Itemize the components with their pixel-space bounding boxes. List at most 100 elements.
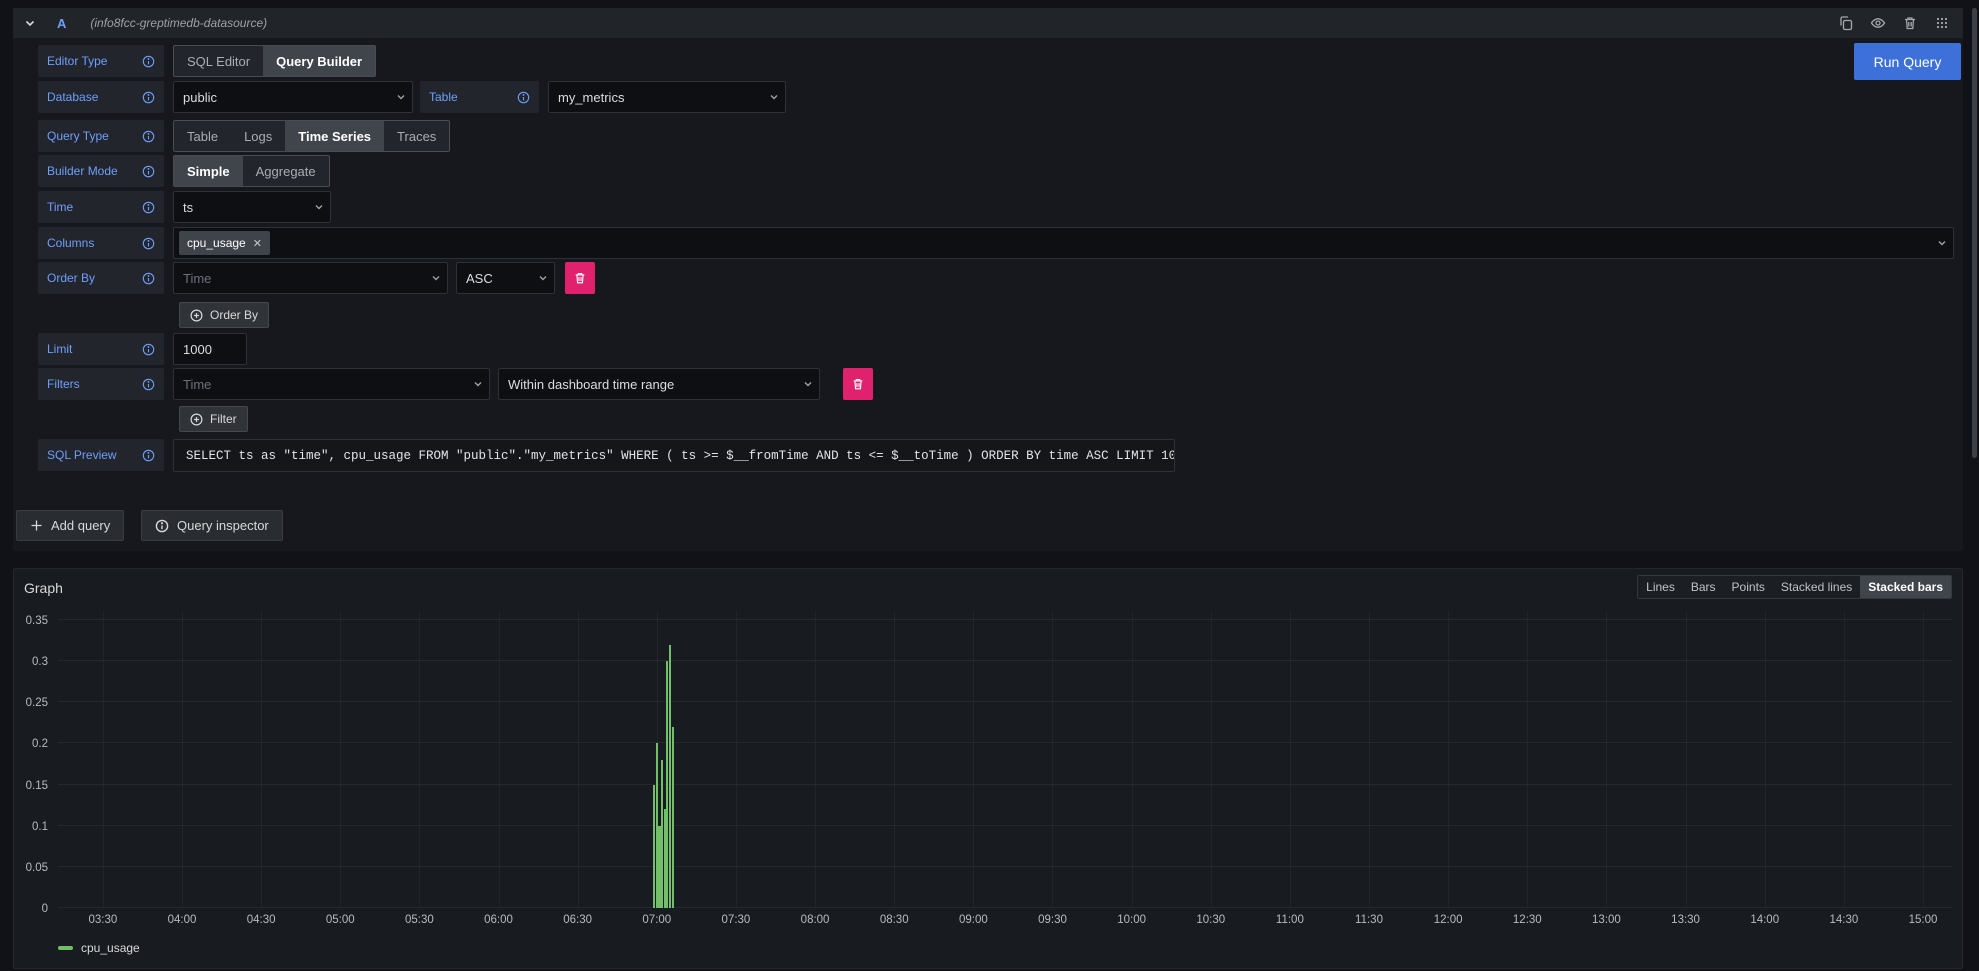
time-column-value: ts: [183, 200, 193, 215]
legend-label: cpu_usage: [81, 941, 140, 955]
gridline: [1606, 611, 1607, 908]
x-tick-label: 10:00: [1117, 914, 1146, 926]
limit-input[interactable]: [173, 333, 247, 365]
x-tick-label: 08:30: [880, 914, 909, 926]
y-tick-label: 0: [42, 903, 48, 915]
radio-option-aggregate[interactable]: Aggregate: [243, 156, 329, 186]
gridline: [182, 611, 183, 908]
trash-icon: [851, 377, 865, 391]
x-tick-label: 07:30: [722, 914, 751, 926]
x-tick-label: 11:00: [1276, 914, 1304, 926]
radio-option-traces[interactable]: Traces: [384, 121, 449, 151]
gridline: [1765, 611, 1766, 908]
database-value: public: [183, 90, 217, 105]
gridline: [815, 611, 816, 908]
columns-multiselect[interactable]: cpu_usage ✕: [173, 227, 1954, 259]
tag-cpu-usage[interactable]: cpu_usage ✕: [179, 231, 270, 255]
gridline: [103, 611, 104, 908]
radio-option-simple[interactable]: Simple: [174, 156, 243, 186]
add-order-by-button[interactable]: Order By: [179, 302, 269, 328]
gridline: [1686, 611, 1687, 908]
gridline: [1923, 611, 1924, 908]
duplicate-query-icon[interactable]: [1835, 12, 1857, 34]
radio-option-logs[interactable]: Logs: [231, 121, 285, 151]
x-tick-label: 14:30: [1829, 914, 1858, 926]
info-icon[interactable]: [142, 165, 155, 178]
x-tick-label: 05:30: [405, 914, 434, 926]
radio-option-query-builder[interactable]: Query Builder: [263, 46, 375, 76]
order-by-direction-select[interactable]: ASC: [456, 262, 555, 294]
remove-order-by-button[interactable]: [565, 262, 595, 294]
tag-label: cpu_usage: [187, 236, 246, 250]
scrollbar[interactable]: [1972, 8, 1977, 458]
gridline: [736, 611, 737, 908]
time-column-select[interactable]: ts: [173, 191, 331, 223]
remove-filter-button[interactable]: [843, 368, 873, 400]
chevron-down-icon: [767, 90, 781, 104]
y-tick-label: 0.3: [32, 656, 48, 668]
table-select[interactable]: my_metrics: [548, 81, 786, 113]
gridline: [340, 611, 341, 908]
plus-circle-icon: [190, 413, 203, 426]
x-axis: 03:3004:0004:3005:0005:3006:0006:3007:00…: [58, 914, 1952, 930]
draw-mode-points[interactable]: Points: [1724, 576, 1773, 598]
x-tick-label: 12:00: [1434, 914, 1463, 926]
plus-circle-icon: [190, 309, 203, 322]
chevron-down-icon: [429, 271, 443, 285]
drag-handle-icon[interactable]: [1931, 12, 1953, 34]
radio-option-table[interactable]: Table: [174, 121, 231, 151]
field-label-editor-type: Editor Type: [38, 45, 164, 77]
info-icon[interactable]: [142, 449, 155, 462]
chevron-down-icon: [471, 377, 485, 391]
builder-mode-toggle: SimpleAggregate: [173, 155, 330, 187]
query-row-header[interactable]: A (info8fcc-greptimedb-datasource): [13, 8, 1963, 38]
x-tick-label: 09:00: [959, 914, 988, 926]
info-icon[interactable]: [142, 130, 155, 143]
x-tick-label: 14:00: [1750, 914, 1779, 926]
y-tick-label: 0.15: [26, 780, 48, 792]
info-icon[interactable]: [142, 201, 155, 214]
add-filter-button[interactable]: Filter: [179, 406, 248, 432]
draw-mode-lines[interactable]: Lines: [1638, 576, 1683, 598]
info-icon[interactable]: [142, 237, 155, 250]
run-query-button[interactable]: Run Query: [1854, 43, 1961, 80]
database-select[interactable]: public: [173, 81, 413, 113]
x-tick-label: 04:30: [247, 914, 276, 926]
order-by-field-select[interactable]: Time: [173, 262, 448, 294]
gridline: [58, 825, 1952, 826]
gridline: [973, 611, 974, 908]
draw-mode-stacked-lines[interactable]: Stacked lines: [1773, 576, 1860, 598]
field-label-filters: Filters: [38, 368, 164, 400]
info-icon[interactable]: [142, 91, 155, 104]
collapse-chevron-icon[interactable]: [23, 16, 37, 30]
chevron-down-icon: [1935, 236, 1949, 250]
gridline: [58, 866, 1952, 867]
bar-cpu_usage-07:06: [672, 727, 674, 908]
add-query-button[interactable]: Add query: [16, 510, 124, 541]
radio-option-sql-editor[interactable]: SQL Editor: [174, 46, 263, 76]
info-icon[interactable]: [142, 378, 155, 391]
remove-query-trash-icon[interactable]: [1899, 12, 1921, 34]
draw-mode-bars[interactable]: Bars: [1683, 576, 1724, 598]
legend-item-cpu-usage[interactable]: cpu_usage: [58, 941, 140, 955]
info-icon[interactable]: [142, 272, 155, 285]
remove-tag-icon[interactable]: ✕: [253, 237, 262, 250]
x-tick-label: 07:00: [642, 914, 671, 926]
info-icon[interactable]: [142, 343, 155, 356]
radio-option-time-series[interactable]: Time Series: [285, 121, 384, 151]
x-tick-label: 10:30: [1196, 914, 1225, 926]
graph-panel: Graph LinesBarsPointsStacked linesStacke…: [13, 568, 1963, 969]
x-tick-label: 13:30: [1671, 914, 1700, 926]
query-row-actions: [1835, 12, 1953, 34]
y-tick-label: 0.35: [26, 615, 48, 627]
filter-range-select[interactable]: Within dashboard time range: [498, 368, 820, 400]
y-tick-label: 0.05: [26, 862, 48, 874]
query-inspector-button[interactable]: Query inspector: [141, 510, 283, 541]
gridline: [1290, 611, 1291, 908]
info-icon[interactable]: [142, 55, 155, 68]
filter-field-select[interactable]: Time: [173, 368, 490, 400]
draw-mode-stacked-bars[interactable]: Stacked bars: [1860, 576, 1951, 598]
hide-response-eye-icon[interactable]: [1867, 12, 1889, 34]
info-icon[interactable]: [517, 91, 530, 104]
x-tick-label: 03:30: [88, 914, 117, 926]
